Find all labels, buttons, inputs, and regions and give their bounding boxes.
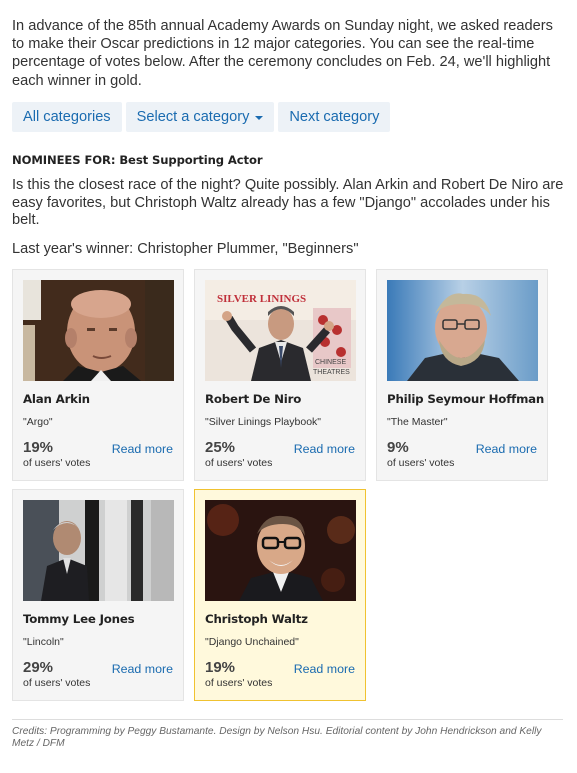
photo-sign-text: CHINESE	[315, 359, 346, 366]
caret-down-icon	[255, 115, 264, 120]
category-nav: All categories Select a category Next ca…	[12, 101, 565, 132]
votes-label: of users' votes	[387, 457, 455, 469]
nominee-film: "Argo"	[23, 416, 53, 428]
votes-label: of users' votes	[23, 457, 91, 469]
votes-label: of users' votes	[205, 457, 273, 469]
nominee-card: Philip Seymour Hoffman "The Master" 9% o…	[376, 269, 548, 481]
next-category-label: Next category	[289, 108, 380, 125]
votes-label: of users' votes	[23, 677, 91, 689]
nominee-film: "Lincoln"	[23, 636, 64, 648]
vote-percentage: 19%	[205, 659, 236, 676]
nominee-card: Tommy Lee Jones "Lincoln" 29% of users' …	[12, 489, 184, 701]
nominee-film: "The Master"	[387, 416, 448, 428]
nominee-name: Christoph Waltz	[205, 612, 308, 626]
vote-percentage: 29%	[23, 659, 54, 676]
last-year-winner: Last year's winner: Christopher Plummer,…	[12, 241, 359, 258]
read-more-link[interactable]: Read more	[476, 442, 537, 456]
nominee-card-winner: Christoph Waltz "Django Unchained" 19% o…	[194, 489, 366, 701]
nominee-name: Philip Seymour Hoffman	[387, 392, 545, 406]
nominee-photo	[23, 280, 174, 381]
page: In advance of the 85th annual Academy Aw…	[0, 17, 577, 701]
nominee-photo	[387, 280, 538, 381]
nominee-name: Tommy Lee Jones	[23, 612, 135, 626]
category-heading: NOMINEES FOR: Best Supporting Actor	[12, 152, 263, 167]
all-categories-label: All categories	[23, 108, 111, 125]
nominee-photo	[205, 500, 356, 601]
nominee-photo: SILVER LININGS CHINESE THEATRES	[205, 280, 356, 381]
read-more-link[interactable]: Read more	[294, 442, 355, 456]
votes-label: of users' votes	[205, 677, 273, 689]
intro-text: In advance of the 85th annual Academy Aw…	[12, 18, 553, 89]
nominee-card: SILVER LININGS CHINESE THEATRES Robert D…	[194, 269, 366, 481]
read-more-link[interactable]: Read more	[294, 662, 355, 676]
credits: Credits: Programming by Peggy Bustamante…	[12, 719, 563, 751]
vote-percentage: 19%	[23, 439, 54, 456]
next-category-button[interactable]: Next category	[278, 101, 391, 132]
select-category-label: Select a category	[136, 108, 250, 125]
nominee-photo	[23, 500, 174, 601]
read-more-link[interactable]: Read more	[112, 442, 173, 456]
vote-percentage: 9%	[387, 439, 409, 456]
read-more-link[interactable]: Read more	[112, 662, 173, 676]
photo-sign-text: THEATRES	[313, 369, 350, 376]
select-category-dropdown[interactable]: Select a category	[125, 101, 275, 132]
nominee-grid: Alan Arkin "Argo" 19% of users' votes Re…	[12, 269, 565, 701]
vote-percentage: 25%	[205, 439, 236, 456]
category-description: Is this the closest race of the night? Q…	[12, 176, 564, 229]
nominee-name: Robert De Niro	[205, 392, 302, 406]
nominee-card: Alan Arkin "Argo" 19% of users' votes Re…	[12, 269, 184, 481]
nominee-film: "Django Unchained"	[205, 636, 299, 648]
nominee-film: "Silver Linings Playbook"	[205, 416, 322, 428]
nominee-name: Alan Arkin	[23, 392, 90, 406]
all-categories-button[interactable]: All categories	[12, 101, 122, 132]
photo-sign-text: SILVER LININGS	[217, 293, 306, 305]
